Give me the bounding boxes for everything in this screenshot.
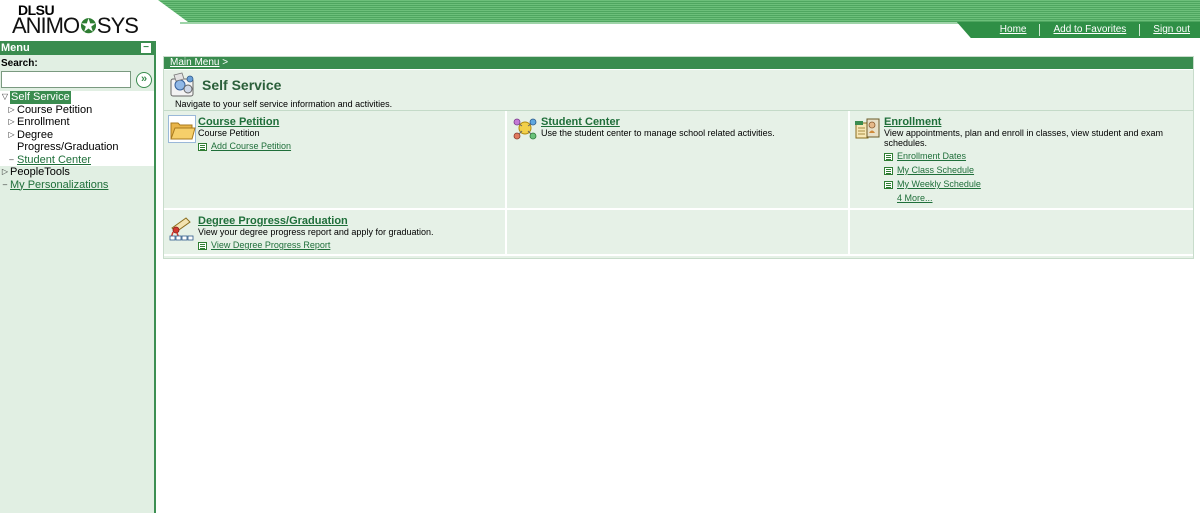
dash-icon: – xyxy=(2,179,8,189)
logo-animosys-text: ANIMO✪SYS xyxy=(12,13,139,39)
card-body: Student Center Use the student center to… xyxy=(541,116,842,138)
sidebar-item-course-petition[interactable]: ▷ Course Petition xyxy=(0,103,154,116)
collapsed-triangle-icon: ▷ xyxy=(8,129,15,139)
search-go-button[interactable]: » xyxy=(136,71,152,88)
empty-cell xyxy=(850,210,1193,256)
collapsed-triangle-icon: ▷ xyxy=(8,104,15,114)
add-course-petition-link[interactable]: Add Course Petition xyxy=(198,141,499,152)
enrollment-link[interactable]: Enrollment xyxy=(884,116,1187,128)
folder-icon xyxy=(168,115,196,143)
breadcrumb: Main Menu > xyxy=(164,57,1193,69)
sidebar-item-degree-progress[interactable]: ▷ Degree Progress/Graduation xyxy=(0,128,154,154)
collapsed-triangle-icon: ▷ xyxy=(1,167,9,176)
student-center-icon xyxy=(513,118,537,140)
header-band xyxy=(158,0,1200,22)
course-petition-link[interactable]: Course Petition xyxy=(198,116,499,128)
page-icon xyxy=(884,180,893,189)
sidebar-item-label: Self Service xyxy=(10,91,71,104)
page-icon xyxy=(884,152,893,161)
self-service-icon xyxy=(170,72,194,96)
link-label: My Weekly Schedule xyxy=(897,179,981,189)
page-title: Self Service xyxy=(202,76,282,93)
link-label: Enrollment Dates xyxy=(897,151,967,161)
card-student-center: Student Center Use the student center to… xyxy=(507,111,850,210)
card-course-petition: Course Petition Course Petition Add Cour… xyxy=(164,111,507,210)
my-class-schedule-link[interactable]: My Class Schedule xyxy=(884,165,1187,176)
logo-animo-text: ANIMO xyxy=(12,13,80,38)
breadcrumb-main-menu-link[interactable]: Main Menu xyxy=(170,57,219,68)
page-icon xyxy=(884,166,893,175)
page-icon xyxy=(198,142,207,151)
card-body: Course Petition Course Petition Add Cour… xyxy=(198,116,499,152)
expanded-triangle-icon: ▽ xyxy=(1,92,9,101)
sidebar-item-enrollment[interactable]: ▷ Enrollment xyxy=(0,116,154,129)
dash-icon: – xyxy=(9,154,14,164)
breadcrumb-separator: > xyxy=(222,57,229,68)
sidebar-item-student-center: – Student Center xyxy=(0,153,154,167)
empty-cell xyxy=(507,210,850,256)
search-row: » xyxy=(0,69,154,90)
logo-sys-text: SYS xyxy=(96,13,139,38)
sidebar-item-label: Course Petition xyxy=(17,103,93,116)
card-enrollment: Enrollment View appointments, plan and e… xyxy=(850,111,1193,210)
add-to-favorites-link[interactable]: Add to Favorites xyxy=(1040,24,1141,36)
enrollment-dates-link[interactable]: Enrollment Dates xyxy=(884,151,1187,162)
more-enrollment-link[interactable]: 4 More... xyxy=(897,193,1187,204)
menu-title: Menu xyxy=(1,42,30,54)
sidebar-menu: Menu − Search: » ▽ Self Service ▷ Course… xyxy=(0,41,156,513)
home-link[interactable]: Home xyxy=(987,24,1041,36)
card-degree-progress: Degree Progress/Graduation View your deg… xyxy=(164,210,507,256)
page-header: Self Service xyxy=(164,69,1193,99)
collapsed-triangle-icon: ▷ xyxy=(8,117,15,126)
page-icon xyxy=(198,241,207,250)
degree-progress-link[interactable]: Degree Progress/Graduation xyxy=(198,215,499,227)
enrollment-icon xyxy=(855,118,880,139)
student-center-link[interactable]: Student Center xyxy=(541,116,842,128)
my-personalizations-link[interactable]: My Personalizations xyxy=(10,179,108,192)
card-body: Enrollment View appointments, plan and e… xyxy=(884,116,1187,204)
link-label: My Class Schedule xyxy=(897,165,975,175)
card-description: Course Petition xyxy=(198,128,260,138)
card-description: View appointments, plan and enroll in cl… xyxy=(884,128,1163,148)
main-content: Main Menu > Self Service Navigate to you… xyxy=(163,56,1194,259)
menu-search-input[interactable] xyxy=(1,71,131,88)
collapse-menu-button[interactable]: − xyxy=(141,43,151,53)
header: DLSU ANIMO✪SYS Home Add to Favorites Sig… xyxy=(0,0,1200,40)
sign-out-link[interactable]: Sign out xyxy=(1140,24,1190,36)
view-degree-progress-report-link[interactable]: View Degree Progress Report xyxy=(198,240,499,251)
sidebar-item-peopletools[interactable]: ▷ PeopleTools xyxy=(0,166,154,179)
my-weekly-schedule-link[interactable]: My Weekly Schedule xyxy=(884,179,1187,190)
search-label: Search: xyxy=(1,58,38,69)
sidebar-item-label: PeopleTools xyxy=(10,166,70,178)
page-description: Navigate to your self service informatio… xyxy=(164,99,1193,111)
card-description: View your degree progress report and app… xyxy=(198,227,434,237)
star-icon: ✪ xyxy=(80,16,97,38)
sidebar-item-my-personalizations: – My Personalizations xyxy=(0,179,154,192)
sidebar-item-self-service[interactable]: ▽ Self Service xyxy=(0,91,154,104)
card-description: Use the student center to manage school … xyxy=(541,128,775,138)
link-label: Add Course Petition xyxy=(211,141,292,151)
diploma-icon xyxy=(169,217,194,241)
sidebar-item-label: Degree Progress/Graduation xyxy=(17,128,119,154)
dlsu-animosys-logo: DLSU ANIMO✪SYS xyxy=(12,2,162,38)
self-service-grid: Course Petition Course Petition Add Cour… xyxy=(164,111,1193,256)
header-links: Home Add to Favorites Sign out xyxy=(956,22,1200,38)
card-body: Degree Progress/Graduation View your deg… xyxy=(198,215,499,251)
menu-header: Menu − xyxy=(0,41,154,55)
student-center-link[interactable]: Student Center xyxy=(17,154,91,167)
sidebar-item-label: Enrollment xyxy=(17,116,70,128)
link-label: View Degree Progress Report xyxy=(211,240,331,250)
